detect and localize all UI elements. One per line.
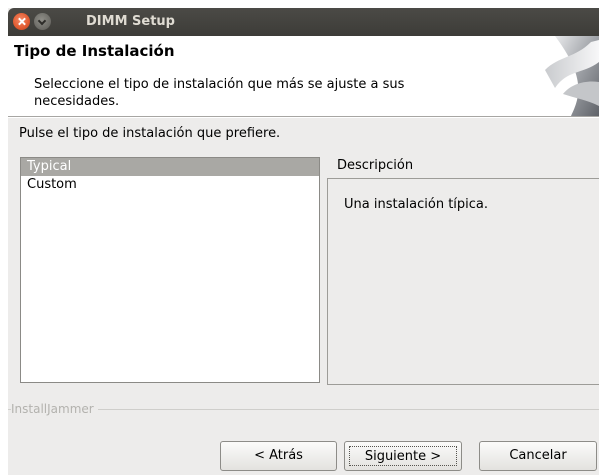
list-item-custom[interactable]: Custom [21,176,319,194]
minimize-icon[interactable] [34,13,51,30]
back-button[interactable]: < Atrás [220,441,337,471]
list-item-typical[interactable]: Typical [21,158,319,176]
next-button-label: Siguiente > [349,446,457,466]
install-type-prompt: Pulse el tipo de instalación que prefier… [19,126,281,141]
brand-label: InstallJammer [11,402,98,416]
close-icon[interactable] [13,13,30,30]
title-bar[interactable]: DIMM Setup [8,8,599,36]
cancel-button[interactable]: Cancelar [479,441,597,471]
next-button[interactable]: Siguiente > [344,441,462,471]
page-title: Tipo de Instalación [14,42,175,60]
page-description: Seleccione el tipo de instalación que má… [34,77,405,109]
window-title: DIMM Setup [86,14,175,29]
header-separator-highlight [8,117,599,118]
description-label: Descripción [337,158,414,173]
installer-graphic-icon [541,36,599,116]
install-type-list[interactable]: Typical Custom [20,157,320,383]
setup-window: DIMM Setup Tipo de Instalación Seleccion… [8,8,599,475]
header-banner: Tipo de Instalación Seleccione el tipo d… [8,36,599,116]
description-text: Una instalación típica. [344,197,489,212]
description-panel: Una instalación típica. [327,178,599,385]
